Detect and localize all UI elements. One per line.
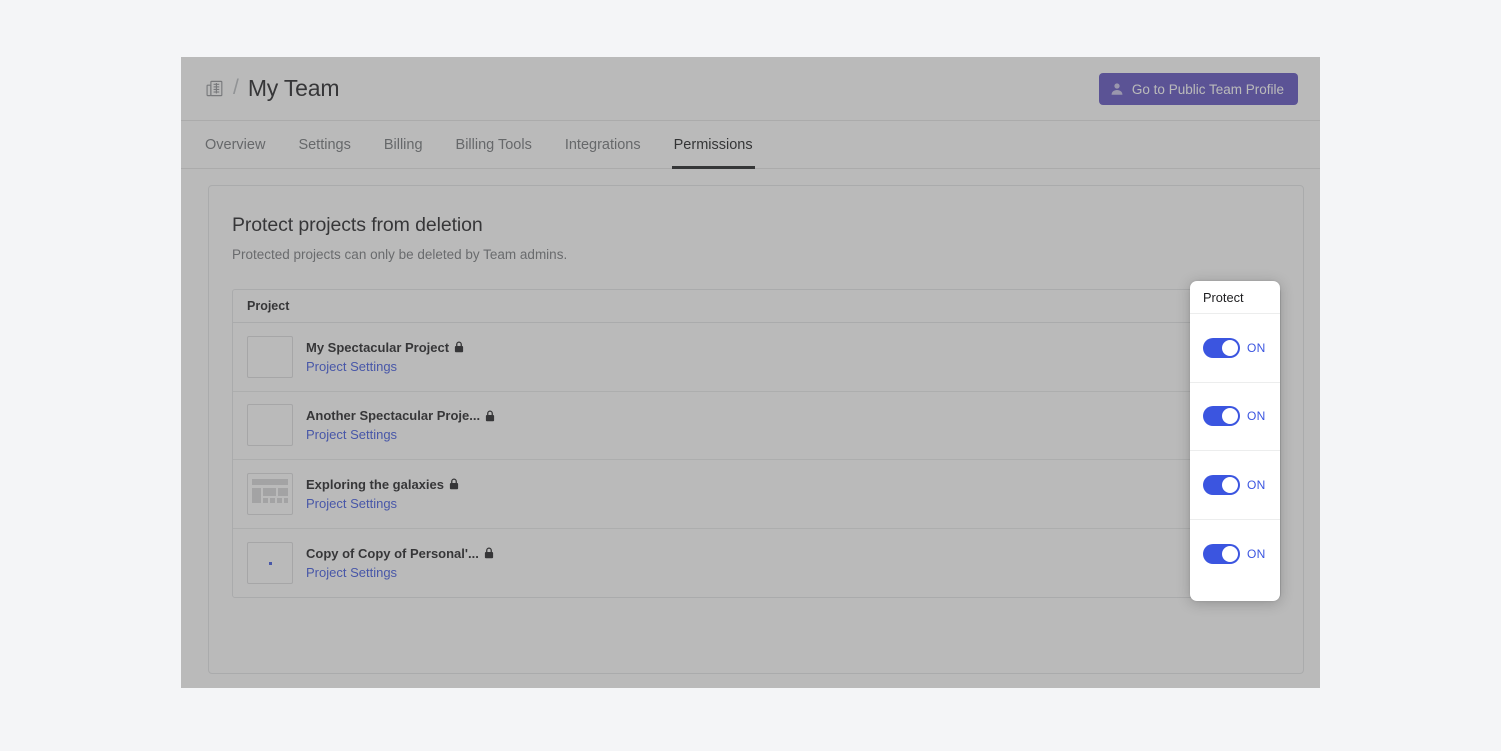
page-title: My Team bbox=[247, 75, 340, 101]
project-thumbnail bbox=[247, 335, 293, 378]
protect-toggle-state-row-2: ON bbox=[1247, 409, 1266, 424]
protect-cell-row-1: ON bbox=[1190, 314, 1280, 383]
protect-toggle-row-4[interactable] bbox=[1203, 543, 1240, 564]
go-to-public-team-profile-label: Go to Public Team Profile bbox=[1131, 81, 1284, 97]
tab-billing-tools-label: Billing Tools bbox=[455, 136, 532, 153]
project-meta: Another Spectacular Proje... Project Set… bbox=[306, 408, 495, 442]
protect-toggle-state-row-3: ON bbox=[1247, 477, 1266, 492]
table-row[interactable]: My Spectacular Project Project Settings bbox=[233, 323, 1280, 392]
column-header-project: Project bbox=[247, 299, 290, 313]
go-to-public-team-profile-button[interactable]: Go to Public Team Profile bbox=[1098, 73, 1298, 105]
project-name-label: My Spectacular Project bbox=[306, 339, 450, 355]
tab-settings-label: Settings bbox=[298, 136, 351, 153]
project-thumbnail-dot bbox=[247, 541, 293, 584]
column-header-protect: Protect bbox=[1190, 281, 1280, 314]
lock-icon bbox=[449, 478, 459, 490]
project-name-label: Copy of Copy of Personal'... bbox=[306, 545, 479, 561]
projects-table: Project My Spectacular Project Project S… bbox=[232, 289, 1281, 598]
project-name-label: Exploring the galaxies bbox=[306, 476, 444, 492]
content-area: Protect projects from deletion Protected… bbox=[181, 169, 1320, 688]
protect-toggle-state-row-4: ON bbox=[1247, 546, 1266, 561]
lock-icon bbox=[454, 341, 464, 353]
project-name-row-3: Exploring the galaxies bbox=[306, 477, 459, 492]
project-meta: Exploring the galaxies Project Settings bbox=[306, 477, 459, 511]
protect-toggle-row-1[interactable] bbox=[1203, 337, 1240, 358]
table-row[interactable]: Copy of Copy of Personal'... Project Set… bbox=[233, 529, 1280, 598]
tab-settings[interactable]: Settings bbox=[298, 121, 350, 168]
toggle-knob bbox=[1222, 476, 1238, 493]
toggle-knob bbox=[1222, 408, 1238, 425]
tab-overview[interactable]: Overview bbox=[205, 121, 265, 168]
project-meta: Copy of Copy of Personal'... Project Set… bbox=[306, 546, 494, 580]
tab-bar: Overview Settings Billing Billing Tools … bbox=[181, 121, 1320, 169]
protect-toggle-state-row-1: ON bbox=[1247, 340, 1266, 355]
protect-cell-row-2: ON bbox=[1190, 383, 1280, 451]
app-window: / My Team Go to Public Team Profile Over… bbox=[181, 57, 1320, 688]
toggle-knob bbox=[1222, 545, 1238, 562]
protect-toggle-row-2[interactable] bbox=[1203, 406, 1240, 427]
project-thumbnail-wireframe bbox=[247, 472, 293, 515]
tab-billing[interactable]: Billing bbox=[384, 121, 423, 168]
section-subtitle: Protected projects can only be deleted b… bbox=[232, 247, 568, 262]
table-row[interactable]: Another Spectacular Proje... Project Set… bbox=[233, 392, 1280, 460]
lock-icon bbox=[485, 410, 495, 422]
project-name-row-1: My Spectacular Project bbox=[306, 340, 464, 355]
person-icon bbox=[1110, 82, 1124, 96]
project-settings-link-row-4[interactable]: Project Settings bbox=[306, 565, 397, 580]
project-name-row-4: Copy of Copy of Personal'... bbox=[306, 546, 494, 561]
project-thumbnail bbox=[247, 404, 293, 447]
protect-toggle-row-3[interactable] bbox=[1203, 474, 1240, 495]
lock-icon bbox=[484, 547, 494, 559]
project-settings-link-row-2[interactable]: Project Settings bbox=[306, 427, 397, 442]
table-row[interactable]: Exploring the galaxies Project Settings bbox=[233, 460, 1280, 529]
section-title: Protect projects from deletion bbox=[232, 214, 483, 236]
tab-permissions[interactable]: Permissions bbox=[671, 121, 755, 169]
toggle-knob bbox=[1222, 339, 1238, 356]
breadcrumb: / My Team bbox=[205, 75, 340, 102]
project-meta: My Spectacular Project Project Settings bbox=[306, 340, 464, 374]
tab-overview-label: Overview bbox=[205, 136, 266, 153]
building-icon[interactable] bbox=[205, 79, 224, 98]
tab-permissions-label: Permissions bbox=[673, 136, 753, 153]
thumbnail-dot bbox=[269, 561, 272, 565]
protect-column-panel: Protect ON ON ON ON bbox=[1190, 281, 1280, 601]
tab-integrations[interactable]: Integrations bbox=[565, 121, 641, 168]
tab-billing-tools[interactable]: Billing Tools bbox=[456, 121, 532, 168]
page-root: / My Team Go to Public Team Profile Over… bbox=[0, 0, 1501, 751]
project-settings-link-row-3[interactable]: Project Settings bbox=[306, 496, 397, 511]
project-name-row-2: Another Spectacular Proje... bbox=[306, 408, 495, 423]
breadcrumb-separator: / bbox=[233, 76, 239, 99]
table-header-row: Project bbox=[233, 290, 1280, 323]
project-name-label: Another Spectacular Proje... bbox=[306, 408, 481, 424]
tab-integrations-label: Integrations bbox=[564, 136, 641, 153]
permissions-card: Protect projects from deletion Protected… bbox=[208, 185, 1304, 674]
tab-billing-label: Billing bbox=[383, 136, 423, 153]
project-settings-link-row-1[interactable]: Project Settings bbox=[306, 359, 397, 374]
protect-cell-row-4: ON bbox=[1190, 520, 1280, 589]
protect-cell-row-3: ON bbox=[1190, 451, 1280, 520]
top-bar: / My Team Go to Public Team Profile bbox=[181, 57, 1320, 121]
